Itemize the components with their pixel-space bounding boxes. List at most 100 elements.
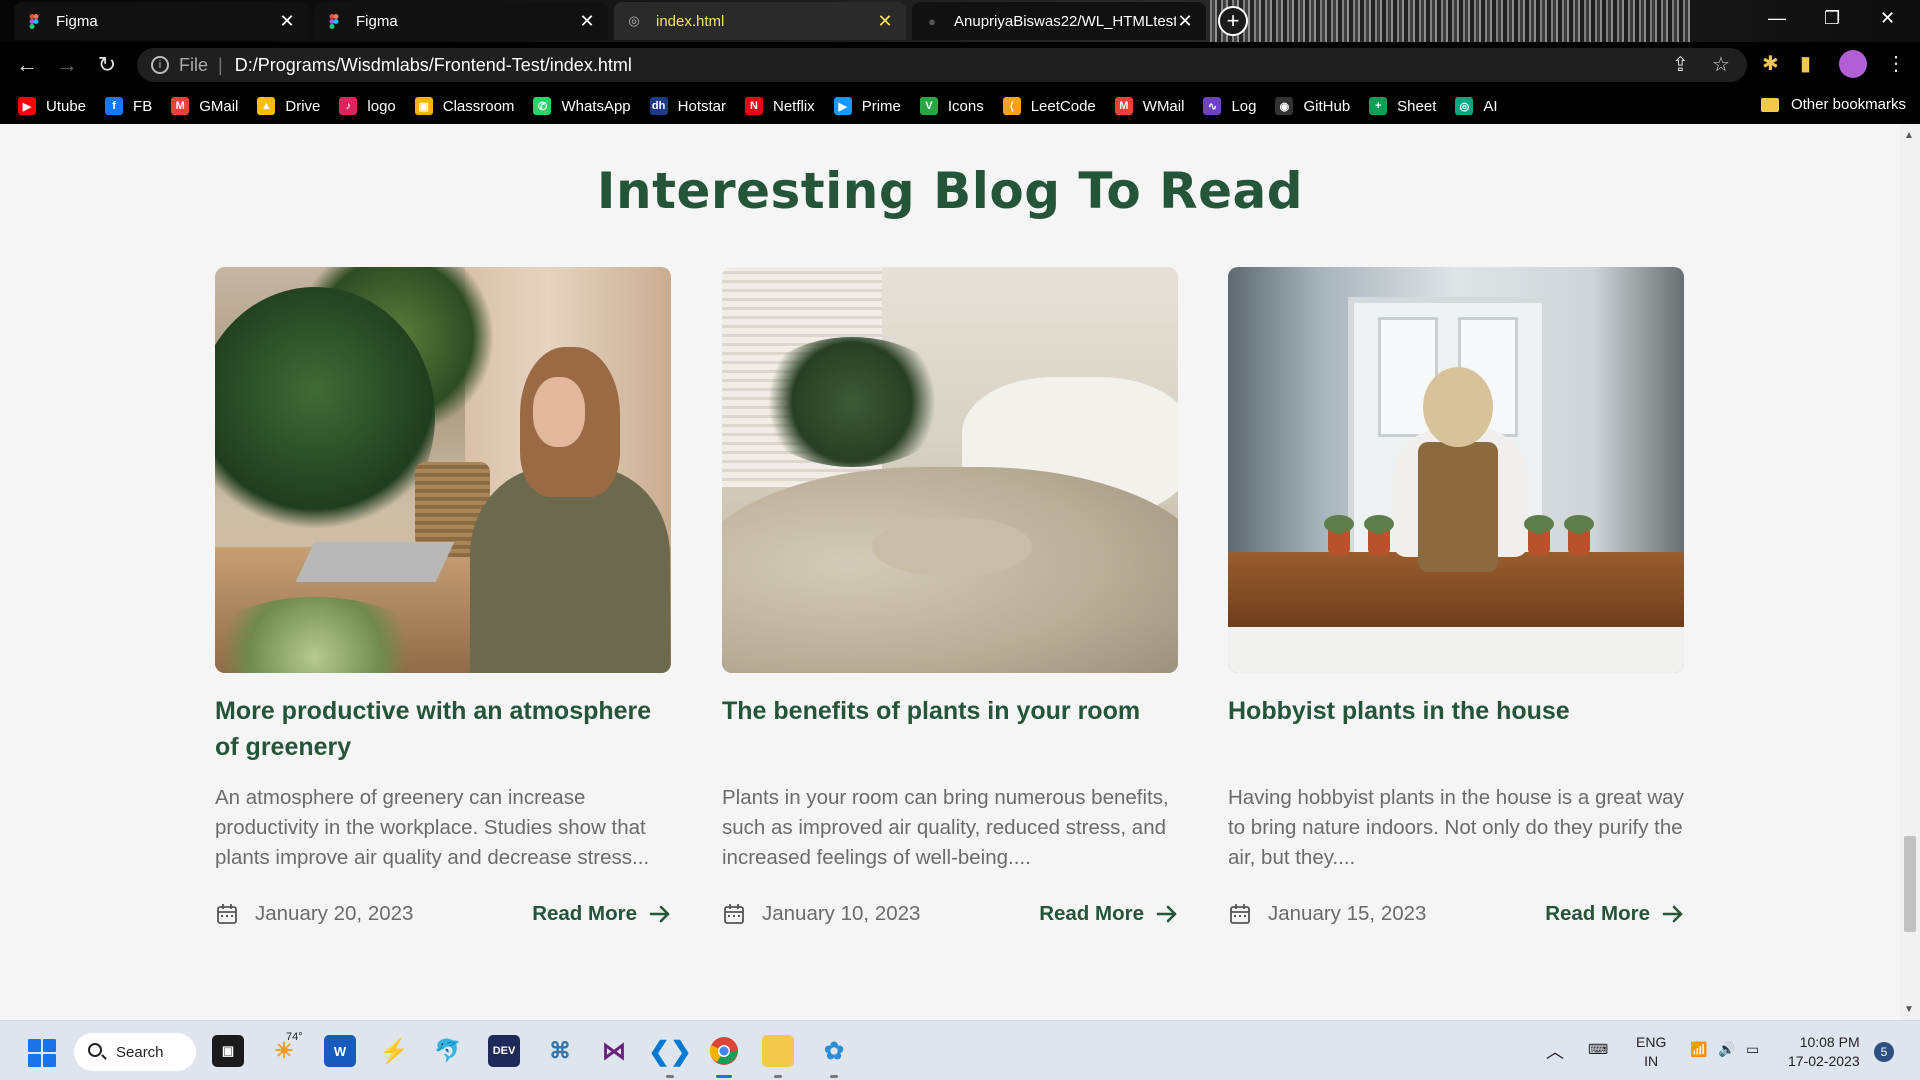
blog-title[interactable]: More productive with an atmosphere of gr… bbox=[215, 693, 671, 773]
running-indicator bbox=[666, 1075, 674, 1078]
blog-image[interactable] bbox=[1228, 267, 1684, 673]
read-more-link[interactable]: Read More bbox=[1039, 902, 1178, 926]
calendar-icon bbox=[724, 904, 744, 924]
tab-strip: Figma ✕ Figma ✕ ◎ index.html ✕ ● Anupriy… bbox=[0, 0, 1920, 42]
bookmark-item[interactable]: ◉ GitHub bbox=[1275, 97, 1350, 115]
battery-icon[interactable]: ▭ bbox=[1746, 1041, 1759, 1058]
scroll-up-icon[interactable]: ▲ bbox=[1904, 130, 1914, 141]
more-menu-icon[interactable]: ⋮ bbox=[1886, 51, 1906, 76]
url-text[interactable]: D:/Programs/Wisdmlabs/Frontend-Test/inde… bbox=[235, 55, 632, 76]
tab-github[interactable]: ● AnupriyaBiswas22/WL_HTMLtest ✕ bbox=[912, 2, 1206, 40]
tab-figma-2[interactable]: Figma ✕ bbox=[314, 2, 608, 40]
region-code: IN bbox=[1644, 1053, 1659, 1069]
bookmark-item[interactable]: M GMail bbox=[171, 97, 238, 115]
taskbar-search[interactable]: Search bbox=[74, 1033, 196, 1071]
language-code: ENG bbox=[1636, 1034, 1667, 1050]
python-icon[interactable]: ⌘ bbox=[544, 1035, 576, 1067]
chrome-icon[interactable] bbox=[708, 1035, 740, 1067]
close-icon[interactable]: ✕ bbox=[578, 11, 596, 32]
system-clock[interactable]: 10:08 PM 17-02-2023 bbox=[1788, 1033, 1860, 1071]
read-more-label: Read More bbox=[532, 902, 637, 925]
info-icon[interactable]: i bbox=[151, 56, 169, 74]
figma-icon bbox=[26, 13, 42, 29]
visual-studio-icon[interactable]: ⋈ bbox=[598, 1035, 630, 1067]
avatar[interactable] bbox=[1839, 50, 1867, 78]
windows-start-icon[interactable] bbox=[28, 1039, 56, 1067]
search-icon bbox=[88, 1043, 102, 1057]
wifi-icon[interactable]: 📶 bbox=[1690, 1041, 1707, 1058]
bookmark-icon: N bbox=[745, 97, 763, 115]
blog-image[interactable] bbox=[215, 267, 671, 673]
bookmark-item[interactable]: M WMail bbox=[1114, 97, 1184, 115]
bookmark-icon: ∿ bbox=[1203, 97, 1222, 115]
bookmark-item[interactable]: ∿ Log bbox=[1203, 97, 1256, 115]
close-icon[interactable]: ✕ bbox=[278, 11, 296, 32]
tab-index-html[interactable]: ◎ index.html ✕ bbox=[614, 2, 906, 40]
minimize-icon[interactable]: — bbox=[1768, 8, 1786, 29]
blog-image[interactable] bbox=[722, 267, 1178, 673]
tab-title: AnupriyaBiswas22/WL_HTMLtest bbox=[954, 12, 1176, 30]
blog-title[interactable]: The benefits of plants in your room bbox=[722, 693, 1178, 773]
side-panel-icon[interactable]: ▮ bbox=[1800, 51, 1811, 76]
app-icon[interactable]: ✿ bbox=[818, 1035, 850, 1067]
bookmark-item[interactable]: ◎ AI bbox=[1455, 97, 1498, 115]
new-tab-button[interactable]: + bbox=[1218, 6, 1248, 36]
bookmark-label: FB bbox=[133, 97, 153, 115]
other-bookmarks[interactable]: Other bookmarks bbox=[1760, 96, 1906, 113]
url-separator: | bbox=[218, 54, 223, 75]
bookmark-item[interactable]: dh Hotstar bbox=[649, 97, 726, 115]
mysql-icon[interactable]: 🐬 bbox=[432, 1035, 464, 1067]
bookmark-item[interactable]: ▲ Drive bbox=[257, 97, 320, 115]
bookmark-item[interactable]: ⟨ LeetCode bbox=[1002, 97, 1096, 115]
page-viewport: Interesting Blog To Read More productive… bbox=[0, 124, 1900, 1020]
scrollbar-thumb[interactable] bbox=[1904, 836, 1916, 932]
task-view-icon[interactable]: ▣ bbox=[212, 1035, 244, 1067]
bookmark-label: logo bbox=[367, 97, 396, 115]
blog-date: January 10, 2023 bbox=[762, 902, 921, 925]
language-indicator[interactable]: ENG IN bbox=[1636, 1033, 1666, 1071]
devcpp-icon[interactable]: DEV bbox=[488, 1035, 520, 1067]
volume-icon[interactable]: 🔊 bbox=[1718, 1041, 1735, 1058]
close-window-icon[interactable]: ✕ bbox=[1880, 8, 1895, 29]
reload-icon[interactable]: ↻ bbox=[94, 52, 120, 78]
share-icon[interactable]: ⇪ bbox=[1672, 52, 1689, 77]
forward-icon[interactable]: → bbox=[54, 52, 80, 78]
blog-date: January 20, 2023 bbox=[255, 902, 414, 925]
bookmark-icon: ▲ bbox=[257, 97, 276, 115]
bookmark-item[interactable]: ▶ Prime bbox=[833, 97, 901, 115]
tab-figma-1[interactable]: Figma ✕ bbox=[14, 2, 308, 40]
restore-icon[interactable]: ❐ bbox=[1824, 8, 1840, 29]
close-icon[interactable]: ✕ bbox=[1176, 11, 1194, 32]
bookmark-star-icon[interactable]: ☆ bbox=[1712, 52, 1730, 77]
notification-badge[interactable]: 5 bbox=[1874, 1042, 1894, 1062]
word-icon[interactable]: W bbox=[324, 1035, 356, 1067]
calendar-icon bbox=[1230, 904, 1250, 924]
vscode-icon[interactable]: ❮❯ bbox=[648, 1035, 692, 1067]
extensions-icon[interactable]: ✱ bbox=[1762, 51, 1779, 76]
read-more-link[interactable]: Read More bbox=[1545, 902, 1684, 926]
keyboard-icon[interactable]: ⌨ bbox=[1588, 1041, 1608, 1058]
bookmark-item[interactable]: ✆ WhatsApp bbox=[533, 97, 631, 115]
read-more-link[interactable]: Read More bbox=[532, 902, 671, 926]
file-explorer-icon[interactable] bbox=[762, 1035, 794, 1067]
bookmark-item[interactable]: V Icons bbox=[919, 97, 984, 115]
close-icon[interactable]: ✕ bbox=[876, 11, 894, 32]
bookmark-item[interactable]: ▶ Utube bbox=[18, 97, 86, 115]
blog-card: The benefits of plants in your room Plan… bbox=[722, 267, 1178, 930]
power-automate-icon[interactable]: ⚡ bbox=[378, 1035, 410, 1067]
bookmark-item[interactable]: N Netflix bbox=[745, 97, 815, 115]
address-bar[interactable]: i File | D:/Programs/Wisdmlabs/Frontend-… bbox=[137, 48, 1747, 82]
bookmark-item[interactable]: f FB bbox=[105, 97, 152, 115]
running-indicator bbox=[830, 1075, 838, 1078]
back-icon[interactable]: ← bbox=[14, 52, 40, 78]
blog-card: More productive with an atmosphere of gr… bbox=[215, 267, 671, 930]
bookmark-label: Drive bbox=[285, 97, 321, 115]
bookmark-item[interactable]: + Sheet bbox=[1369, 97, 1436, 115]
scroll-down-icon[interactable]: ▼ bbox=[1904, 1004, 1914, 1015]
chevron-up-icon[interactable]: ︿ bbox=[1546, 1038, 1564, 1064]
bookmark-label: Netflix bbox=[773, 97, 815, 115]
page-scrollbar[interactable]: ▲ ▼ bbox=[1900, 124, 1920, 1020]
bookmark-item[interactable]: ♪ logo bbox=[339, 97, 396, 115]
bookmark-item[interactable]: ▣ Classroom bbox=[414, 97, 514, 115]
blog-title[interactable]: Hobbyist plants in the house bbox=[1228, 693, 1684, 773]
